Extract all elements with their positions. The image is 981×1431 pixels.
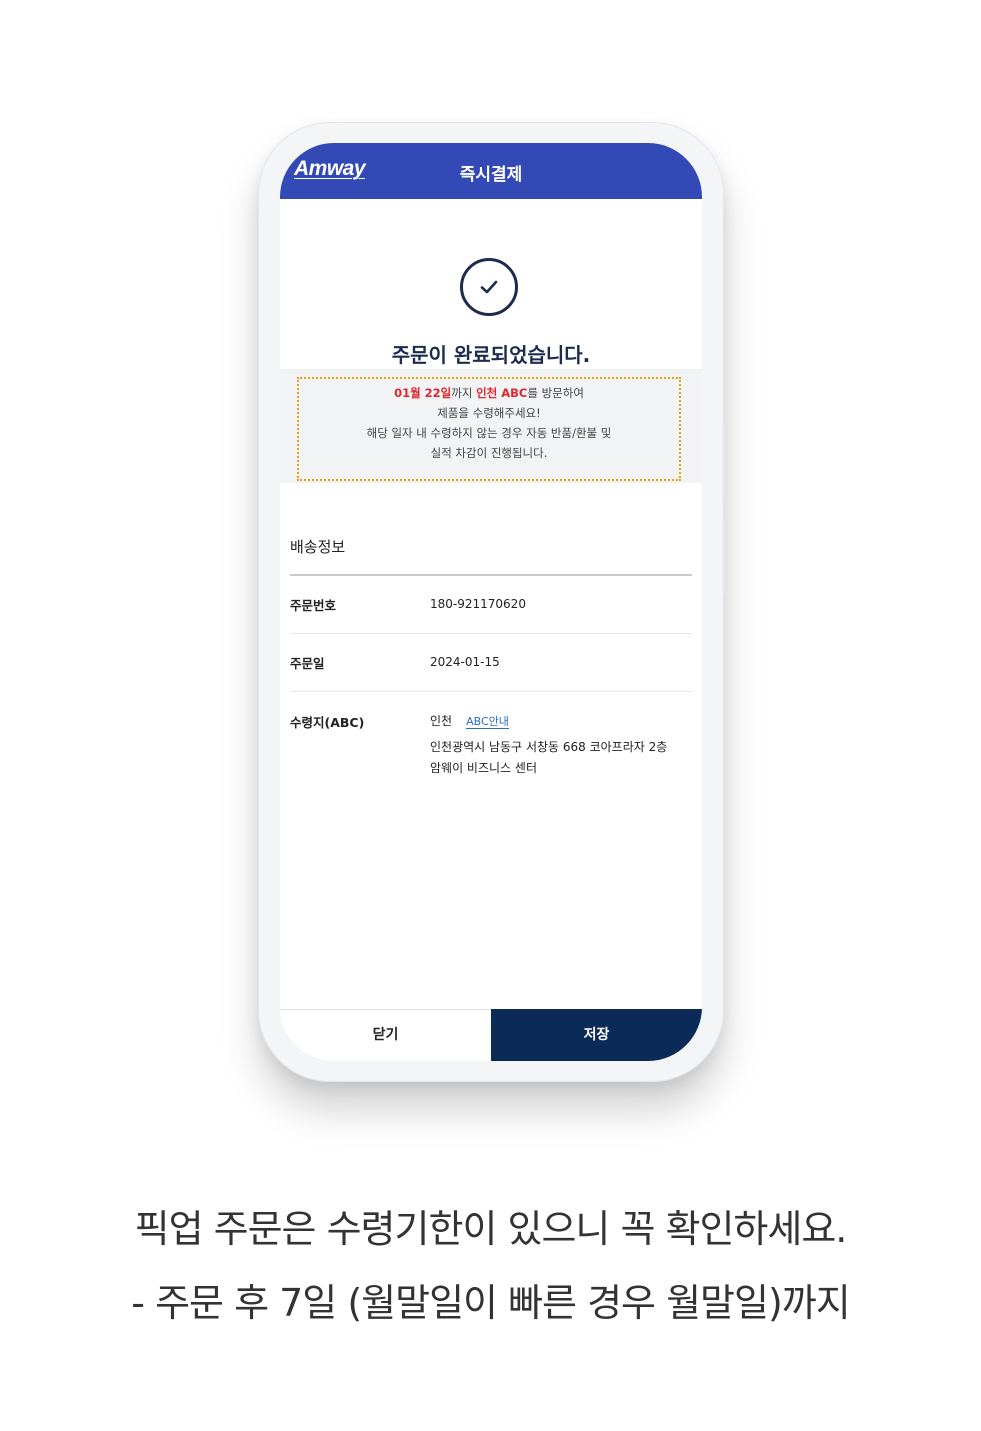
caption-line-2: - 주문 후 7일 (월말일이 빠른 경우 월말일)까지 [131, 1281, 850, 1325]
notice-line-3: 해당 일자 내 수령하지 않는 경우 자동 반품/환불 및 [366, 426, 612, 440]
phone-screen: Amway 즉시결제 주문이 완료되었습니다. 01월 22일까지 인천 ABC… [280, 143, 702, 1061]
caption-line-1: 픽업 주문은 수령기한이 있으니 꼭 확인하세요. [134, 1207, 848, 1251]
notice-line-2: 제품을 수령해주세요! [437, 406, 541, 420]
notice-text: 까지 [451, 386, 477, 400]
phone-frame: Amway 즉시결제 주문이 완료되었습니다. 01월 22일까지 인천 ABC… [258, 122, 726, 1082]
row-divider [290, 633, 692, 634]
shipping-section-title: 배송정보 [290, 538, 346, 556]
notice-line-1: 01월 22일까지 인천 ABC를 방문하여 [299, 383, 679, 403]
pickup-city: 인천 [430, 714, 453, 728]
order-number-label: 주문번호 [290, 598, 337, 613]
power-button [723, 518, 726, 598]
abc-info-link[interactable]: ABC안내 [466, 715, 509, 729]
app-header: Amway 즉시결제 [280, 143, 702, 199]
pickup-notice: 01월 22일까지 인천 ABC를 방문하여 제품을 수령해주세요! 해당 일자… [297, 377, 681, 481]
order-complete-title: 주문이 완료되었습니다. [391, 343, 591, 367]
order-date-value: 2024-01-15 [430, 655, 500, 669]
order-date-label: 주문일 [290, 656, 325, 671]
address-line-1: 인천광역시 남동구 서창동 668 코아프라자 2층 [430, 740, 668, 754]
page-title: 즉시결제 [459, 165, 523, 185]
volume-button [723, 423, 726, 503]
notice-line-4: 실적 차감이 진행됩니다. [430, 446, 548, 460]
save-button[interactable]: 저장 [491, 1009, 702, 1061]
checkmark-icon [480, 280, 498, 294]
close-button[interactable]: 닫기 [280, 1010, 491, 1061]
pickup-location-value: 인천 ABC안내 [430, 712, 509, 729]
address-line-2: 암웨이 비즈니스 센터 [430, 761, 537, 775]
pickup-place: 인천 ABC [476, 386, 528, 400]
order-number-value: 180-921170620 [430, 597, 526, 611]
section-divider [290, 574, 692, 576]
check-circle-icon [460, 258, 518, 316]
pickup-deadline: 01월 22일 [394, 386, 452, 400]
notice-text: 를 방문하여 [527, 386, 584, 400]
pickup-address: 인천광역시 남동구 서창동 668 코아프라자 2층 암웨이 비즈니스 센터 [430, 737, 667, 779]
pickup-location-label: 수령지(ABC) [290, 715, 365, 730]
row-divider [290, 691, 692, 692]
